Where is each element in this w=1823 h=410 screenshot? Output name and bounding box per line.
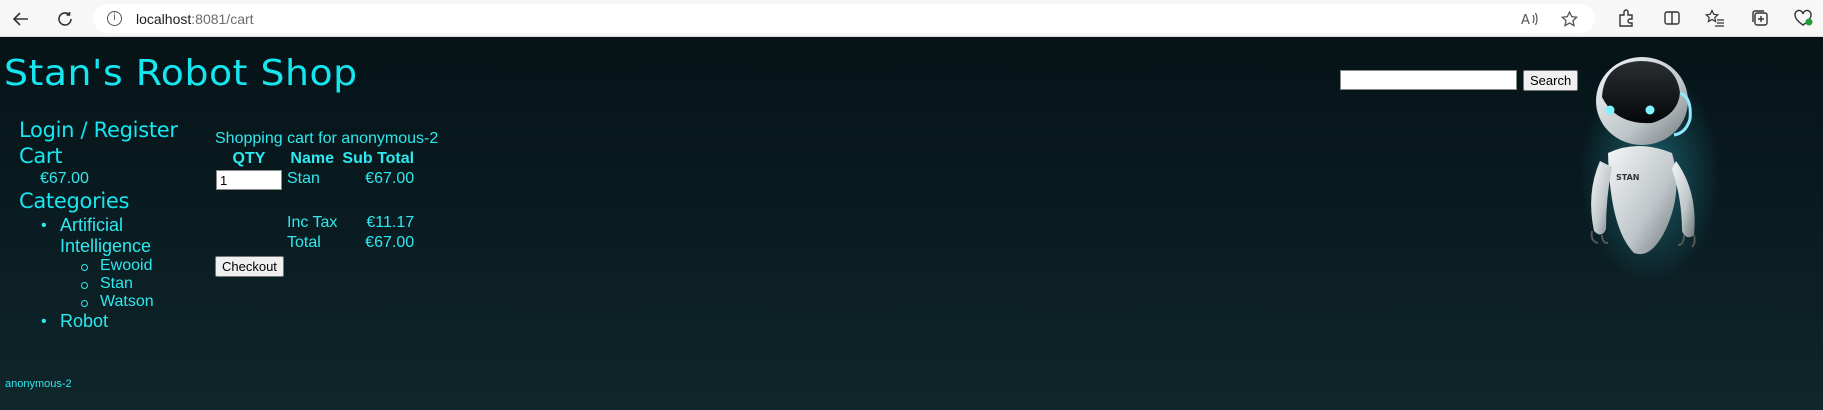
checkout-button[interactable]: Checkout [215, 256, 284, 277]
browser-essentials-icon[interactable] [1793, 8, 1813, 28]
shop-title[interactable]: Stan's Robot Shop [4, 53, 358, 94]
url-host: localhost [136, 10, 192, 27]
cart-heading: Shopping cart for anonymous-2 [215, 130, 439, 147]
robot-badge-text: STAN [1616, 173, 1639, 182]
stan-robot-image: STAN [1580, 57, 1720, 281]
browser-toolbar: i localhost:8081/cart A [0, 0, 1823, 37]
cart-total: €67.00 [40, 170, 89, 187]
cart-table: QTY Name Sub Total Stan €67.00 Inc Tax €… [212, 148, 418, 254]
total-value: €67.00 [365, 234, 415, 251]
search-form: Search [1340, 70, 1579, 91]
tax-value: €11.17 [366, 214, 415, 231]
quantity-input[interactable] [216, 170, 282, 190]
url-text[interactable]: localhost:8081/cart [136, 11, 254, 27]
collections-icon[interactable] [1750, 8, 1770, 28]
current-user: anonymous-2 [5, 378, 72, 390]
read-aloud-icon[interactable]: A [1521, 11, 1539, 28]
total-label: Total [287, 234, 321, 251]
address-bar[interactable]: i localhost:8081/cart A [93, 4, 1595, 33]
search-button[interactable]: Search [1523, 70, 1579, 91]
total-row: Total €67.00 [215, 234, 415, 252]
tax-row: Inc Tax €11.17 [215, 214, 415, 232]
item-subtotal: €67.00 [365, 170, 415, 187]
svg-text:A: A [1521, 13, 1530, 27]
url-path: :8081/cart [191, 10, 254, 27]
category-label[interactable]: Robot [60, 311, 199, 332]
search-input[interactable] [1340, 70, 1517, 90]
item-name: Stan [287, 170, 320, 187]
product-link-stan[interactable]: Stan [60, 275, 199, 293]
favorite-star-icon[interactable] [1560, 10, 1579, 27]
refresh-icon[interactable] [50, 5, 80, 32]
cart-header-row: QTY Name Sub Total [215, 150, 415, 168]
product-list: Ewooid Stan Watson [60, 257, 199, 311]
favorites-list-icon[interactable] [1705, 8, 1725, 28]
categories-heading: Categories [19, 189, 130, 213]
login-register-link[interactable]: Login / Register [19, 117, 199, 143]
shopping-cart: Shopping cart for anonymous-2 QTY Name S… [215, 129, 438, 277]
shop-page: Stan's Robot Shop Search STAN Login / Re… [0, 37, 1823, 410]
cart-link[interactable]: Cart [19, 143, 199, 169]
product-link-watson[interactable]: Watson [60, 293, 199, 311]
product-link-ewooid[interactable]: Ewooid [60, 257, 199, 275]
category-list: Artificial Intelligence Ewooid Stan Wats… [19, 215, 199, 332]
tax-label: Inc Tax [287, 214, 338, 231]
back-icon[interactable] [6, 5, 36, 32]
category-robot: Robot [19, 311, 199, 332]
category-label[interactable]: Artificial Intelligence [60, 215, 199, 257]
column-header: QTY [232, 150, 266, 167]
category-artificial-intelligence: Artificial Intelligence Ewooid Stan Wats… [19, 215, 199, 311]
side-nav: Login / Register Cart €67.00 Categories … [19, 117, 199, 332]
split-screen-icon[interactable] [1662, 8, 1682, 28]
site-info-icon[interactable]: i [107, 11, 122, 26]
column-header: Name [290, 150, 334, 167]
extensions-icon[interactable] [1616, 8, 1636, 28]
cart-item-row: Stan €67.00 [215, 170, 415, 190]
column-header: Sub Total [342, 150, 415, 167]
